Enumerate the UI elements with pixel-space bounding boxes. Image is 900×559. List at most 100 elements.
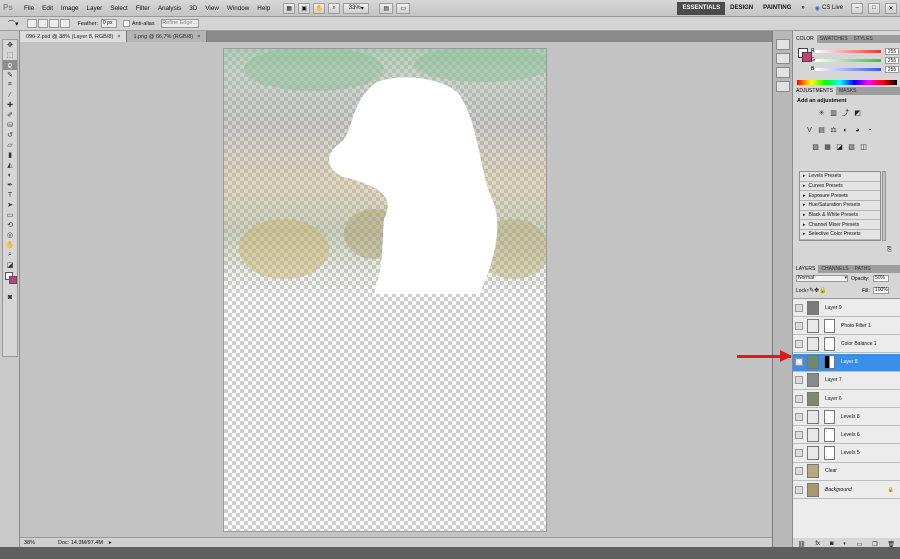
menu-file[interactable]: File [24, 5, 34, 12]
menu-edit[interactable]: Edit [42, 5, 53, 12]
background-color-swatch[interactable] [9, 276, 17, 284]
menu-layer[interactable]: Layer [87, 5, 103, 12]
delete-layer-icon[interactable]: 🗑 [887, 541, 895, 553]
selective-color-icon[interactable]: ◫ [859, 143, 868, 152]
channel-slider-b[interactable] [815, 68, 881, 71]
default-colors-icon[interactable]: ◪ [3, 260, 17, 270]
lasso-preset-icon[interactable]: ⌒▾ [8, 19, 19, 29]
preset-item[interactable]: Black & White Presets [800, 211, 880, 221]
posterize-icon[interactable]: ▦ [823, 143, 832, 152]
layer-row[interactable]: Photo Filter 1 [793, 317, 900, 336]
workspace-essentials[interactable]: ESSENTIALS [677, 1, 726, 15]
new-selection-button[interactable] [26, 19, 37, 28]
layer-thumbnail[interactable] [807, 427, 819, 442]
layer-thumbnail[interactable] [807, 373, 819, 388]
arrange-documents-button[interactable]: ▤ [379, 2, 394, 14]
visibility-eye-icon[interactable] [795, 339, 803, 348]
minimize-button[interactable]: – [851, 2, 863, 14]
eraser-tool-icon[interactable]: ▱ [3, 140, 17, 150]
visibility-eye-icon[interactable] [795, 303, 803, 312]
tab-layers[interactable]: LAYERS [793, 265, 819, 273]
healing-brush-tool-icon[interactable]: ✚ [3, 100, 17, 110]
layer-thumbnail[interactable] [807, 300, 819, 315]
menu-image[interactable]: Image [61, 5, 79, 12]
layer-thumbnail[interactable] [807, 464, 819, 479]
path-selection-tool-icon[interactable]: ➤ [3, 200, 17, 210]
workspace-design[interactable]: DESIGN [725, 2, 758, 15]
tab-channels[interactable]: CHANNELS [818, 265, 851, 273]
minibridge-button[interactable]: ▣ [298, 2, 311, 14]
tab-color[interactable]: COLOR [793, 35, 817, 43]
color-swatches[interactable] [3, 270, 17, 292]
quick-mask-icon[interactable]: ◙ [3, 292, 17, 302]
shape-tool-icon[interactable]: ▭ [3, 210, 17, 220]
gradient-map-icon[interactable]: ▧ [847, 143, 856, 152]
refine-edge-button[interactable]: Refine Edge... [160, 19, 199, 28]
canvas-document[interactable] [223, 48, 547, 532]
layer-thumbnail[interactable] [807, 446, 819, 461]
crop-tool-icon[interactable]: ⌗ [3, 80, 17, 90]
history-brush-tool-icon[interactable]: ↺ [3, 130, 17, 140]
new-layer-icon[interactable]: ❐ [872, 541, 877, 553]
link-layers-icon[interactable]: ⛓ [798, 541, 806, 553]
channel-value-r[interactable]: 255 [885, 48, 899, 55]
move-tool-icon[interactable]: ✥ [3, 40, 17, 50]
status-menu-arrow-icon[interactable]: ▸ [109, 540, 112, 546]
blur-tool-icon[interactable]: ◭ [3, 160, 17, 170]
fill-input[interactable]: 100% [873, 287, 889, 294]
more-workspaces-button[interactable]: » [796, 2, 809, 15]
close-tab-icon[interactable]: × [197, 34, 200, 40]
layer-row[interactable]: Layer 6 [793, 390, 900, 408]
pen-tool-icon[interactable]: ✒ [3, 180, 17, 190]
tab-096-2-psd[interactable]: 096-2.psd @ 38% (Layer 8, RGB/8) × [20, 31, 128, 42]
gradient-tool-icon[interactable]: ▮ [3, 150, 17, 160]
opacity-input[interactable]: 50% [873, 275, 889, 282]
menu-window[interactable]: Window [227, 5, 249, 12]
visibility-eye-icon[interactable] [795, 394, 803, 403]
threshold-icon[interactable]: ◪ [835, 143, 844, 152]
hand-view-button[interactable]: ✋ [313, 2, 326, 14]
black-white-icon[interactable]: ◐ [841, 126, 850, 135]
vibrance-icon[interactable]: V [805, 126, 814, 135]
3d-rotate-tool-icon[interactable]: ⟲ [3, 220, 17, 230]
visibility-eye-icon[interactable] [795, 412, 803, 421]
menu-filter[interactable]: Filter [136, 5, 150, 12]
preset-item[interactable]: Exposure Presets [800, 191, 880, 202]
layer-thumbnail[interactable] [807, 409, 819, 424]
clone-source-panel-icon[interactable] [775, 81, 790, 92]
new-group-icon[interactable]: ▭ [857, 541, 863, 553]
add-mask-icon[interactable]: ◙ [830, 541, 834, 553]
lasso-tool-icon[interactable]: ϱ [3, 60, 17, 70]
channel-slider-g[interactable] [815, 59, 881, 62]
layer-row[interactable]: Clear [793, 463, 900, 481]
tab-adjustments[interactable]: ADJUSTMENTS [793, 87, 836, 95]
zoom-view-button[interactable]: ⌕ [328, 2, 341, 14]
visibility-eye-icon[interactable] [795, 467, 803, 476]
layer-thumbnail[interactable] [807, 355, 819, 370]
layer-row[interactable]: Layer 7 [793, 372, 900, 390]
visibility-eye-icon[interactable] [795, 430, 803, 439]
curves-icon[interactable]: ⤴ [841, 109, 850, 118]
tab-masks[interactable]: MASKS [836, 87, 860, 95]
invert-icon[interactable]: ▨ [811, 143, 820, 152]
hue-saturation-icon[interactable]: ▤ [817, 126, 826, 135]
layer-mask-thumbnail[interactable] [824, 409, 835, 424]
dodge-tool-icon[interactable]: ◐ [3, 170, 17, 180]
brightness-contrast-icon[interactable]: ✳ [817, 109, 826, 118]
bridge-button[interactable]: ▦ [283, 2, 296, 14]
menu-3d[interactable]: 3D [189, 5, 197, 12]
cs-live-button[interactable]: ◉ CS Live [810, 2, 848, 15]
channel-value-g[interactable]: 255 [885, 57, 899, 64]
history-panel-icon[interactable] [775, 39, 790, 50]
layer-thumbnail[interactable] [807, 391, 819, 406]
preset-item[interactable]: Hue/Saturation Presets [800, 201, 880, 211]
tab-styles[interactable]: STYLES [851, 35, 876, 43]
layer-style-icon[interactable]: fx [815, 541, 820, 553]
tab-swatches[interactable]: SWATCHES [817, 35, 851, 43]
layer-row[interactable]: Levels 5 [793, 445, 900, 463]
brush-panel-icon[interactable] [775, 67, 790, 78]
visibility-eye-icon[interactable] [795, 321, 803, 330]
clip-icon[interactable]: ⎘ [887, 247, 895, 254]
layer-row[interactable]: Levels 8 [793, 408, 900, 427]
layer-row[interactable]: Levels 6 [793, 426, 900, 445]
